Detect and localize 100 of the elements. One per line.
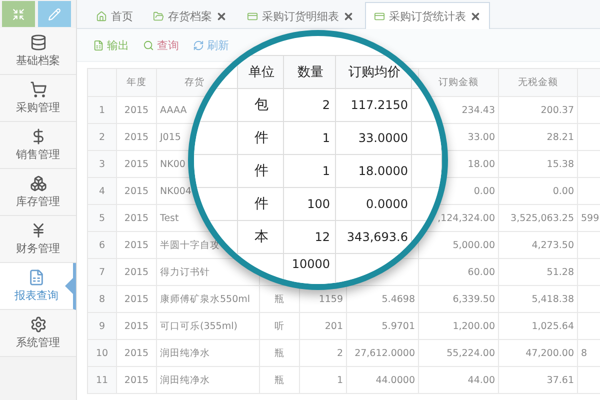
table-cell: 1 — [284, 155, 336, 188]
column-header: 订购均价 — [336, 56, 412, 89]
table-cell: 件 — [238, 155, 284, 188]
tab[interactable]: 存货档案 — [144, 3, 236, 29]
close-icon[interactable] — [343, 11, 354, 22]
sidebar-item[interactable]: 系统管理 — [0, 310, 76, 357]
spreadsheet-icon — [28, 269, 45, 286]
home-icon — [96, 11, 107, 22]
table-cell: 2 — [300, 340, 347, 367]
table-cell: 件 — [238, 122, 284, 155]
column-header: 无税金额 — [499, 69, 578, 97]
table-cell: 6,339.50 — [419, 286, 499, 313]
shrink-icon — [12, 8, 25, 20]
table-cell: 本 — [238, 221, 284, 254]
table-cell: 6 — [88, 232, 117, 259]
table-cell: 2015 — [117, 286, 157, 313]
table-cell: 3 — [88, 151, 117, 178]
table-cell: 33.0000 — [336, 122, 412, 155]
table-cell: 4,273.50 — [499, 232, 578, 259]
table-cell: 5.4698 — [347, 286, 419, 313]
boxes-icon — [30, 175, 46, 192]
table-cell: 47,200.00 — [499, 340, 578, 367]
sidebar-item[interactable]: 报表查询 — [0, 263, 76, 310]
table-cell: 44.0000 — [347, 367, 419, 394]
close-icon[interactable] — [216, 11, 227, 22]
spreadsheet-icon — [93, 40, 104, 50]
sidebar-item[interactable]: 库存管理 — [0, 169, 76, 216]
pencil-icon — [48, 8, 61, 20]
table-cell: 100 — [284, 188, 336, 221]
table-cell: 件 — [238, 188, 284, 221]
table-cell: 3,525,063.25 — [499, 205, 578, 232]
search-icon — [143, 40, 154, 50]
table-cell: 1 — [284, 122, 336, 155]
table-cell: 5.9701 — [347, 313, 419, 340]
table-cell: 7 — [88, 259, 117, 286]
table-cell: 201 — [300, 313, 347, 340]
table-cell: 200.37 — [499, 97, 578, 124]
table-cell: 瓶 — [260, 286, 300, 313]
table-cell: 44.00 — [419, 367, 499, 394]
tab[interactable]: 首页 — [87, 3, 142, 29]
table-cell: 4 — [88, 178, 117, 205]
column-header: 订购金额 — [419, 69, 499, 97]
table-cell: 1 — [300, 367, 347, 394]
sidebar-item[interactable]: 基础档案 — [0, 28, 76, 75]
toolbar-button[interactable]: 查询 — [143, 38, 179, 52]
database-icon — [30, 34, 46, 51]
table-cell: 2015 — [117, 124, 157, 151]
close-icon[interactable] — [470, 10, 481, 22]
table-cell: 117.2150 — [336, 89, 412, 122]
sidebar-item[interactable]: 采购管理 — [0, 75, 76, 122]
table-cell: 8 — [88, 286, 117, 313]
table-cell: 12 — [284, 221, 336, 254]
table-cell: 2015 — [117, 340, 157, 367]
table-cell: 可口可乐(355ml) — [157, 313, 260, 340]
table-cell: 15.38 — [499, 151, 578, 178]
table-cell: 2015 — [117, 367, 157, 394]
table-cell: 润田纯净水 — [157, 340, 260, 367]
table-cell: 2015 — [117, 313, 157, 340]
table-cell: 2015 — [117, 259, 157, 286]
table-cell: 28.21 — [499, 124, 578, 151]
table-cell: 瓶 — [260, 367, 300, 394]
table-cell: 5,418.38 — [499, 286, 578, 313]
table-cell: 1,025.64 — [499, 313, 578, 340]
table-cell: 18.0000 — [336, 155, 412, 188]
table-cell: 10000 — [284, 254, 336, 284]
tab[interactable]: 采购订货统计表 — [365, 2, 490, 29]
table-cell: 27,612.0000 — [347, 340, 419, 367]
table-cell: 1 — [88, 97, 117, 124]
table-cell: 2015 — [117, 205, 157, 232]
table-cell: 包 — [238, 89, 284, 122]
table-cell: 康师傅矿泉水550ml — [157, 286, 260, 313]
table-cell: 11 — [88, 367, 117, 394]
table-cell: 37.61 — [499, 367, 578, 394]
table-cell: 0.00 — [499, 178, 578, 205]
table-cell: 2015 — [117, 178, 157, 205]
table-cell: 51.28 — [499, 259, 578, 286]
sidebar-item[interactable]: 财务管理 — [0, 216, 76, 263]
table-cell: 5 — [88, 205, 117, 232]
table-cell: 瓶 — [260, 340, 300, 367]
table-cell: 10 — [88, 340, 117, 367]
table-cell: 2015 — [117, 151, 157, 178]
tab[interactable]: 采购订货明细表 — [238, 3, 363, 29]
table-cell: 2015 — [117, 97, 157, 124]
selection-pointer — [65, 278, 73, 294]
table-cell: 0.0000 — [336, 188, 412, 221]
sidebar-item[interactable]: 销售管理 — [0, 122, 76, 169]
column-header: 单位 — [238, 56, 284, 89]
table-cell: 2 — [88, 124, 117, 151]
refresh-icon — [193, 40, 204, 50]
table-icon — [247, 11, 258, 22]
cart-icon — [30, 81, 46, 98]
table-cell: 2015 — [117, 232, 157, 259]
table-cell: 55,224.00 — [419, 340, 499, 367]
table-cell: 1,200.00 — [419, 313, 499, 340]
table-icon — [374, 10, 385, 22]
table-cell: 润田纯净水 — [157, 367, 260, 394]
column-header: 数量 — [284, 56, 336, 89]
folder-icon — [153, 11, 164, 22]
column-header: 年度 — [117, 69, 157, 97]
settings-icon — [30, 316, 46, 333]
